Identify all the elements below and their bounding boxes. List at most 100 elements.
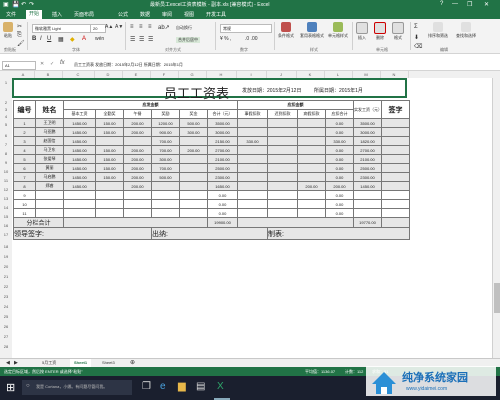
cell[interactable] (381, 127, 410, 137)
cell[interactable] (267, 163, 298, 173)
cell[interactable]: 200.00 (123, 154, 152, 164)
column-header[interactable]: I (236, 71, 267, 78)
cell[interactable] (297, 154, 326, 164)
cell[interactable]: 王卫明 (35, 118, 64, 128)
cell[interactable] (151, 190, 180, 200)
bold-icon[interactable]: B (32, 36, 36, 42)
store-icon[interactable]: ▤ (196, 381, 205, 392)
align-center-icon[interactable]: ☰ (139, 36, 144, 43)
subtotal-total[interactable]: 19900.00 (207, 217, 238, 228)
cell[interactable] (237, 154, 268, 164)
cell[interactable] (267, 208, 298, 218)
cell[interactable]: 0.00 (325, 163, 354, 173)
preparer-signature[interactable]: 制表: (267, 227, 410, 240)
row-header[interactable]: 10 (0, 169, 12, 174)
function-icon[interactable]: fx (60, 60, 65, 66)
cell[interactable]: 2 (13, 127, 36, 137)
cell[interactable]: 1450.00 (63, 145, 96, 155)
cell[interactable] (151, 199, 180, 209)
cell[interactable]: 2300.00 (353, 172, 382, 182)
cell[interactable] (237, 190, 268, 200)
header-lunch[interactable]: 午餐 (123, 109, 152, 119)
cell[interactable]: 2500.00 (207, 163, 238, 173)
name-box[interactable]: A1 (2, 61, 36, 70)
header-net[interactable]: 实发工资（元） (353, 100, 382, 119)
row-header[interactable]: 1 (0, 80, 12, 85)
row-header[interactable]: 6 (0, 133, 12, 138)
column-header[interactable]: K (296, 71, 325, 78)
cell[interactable] (63, 208, 96, 218)
grow-font-icon[interactable]: A▲ (105, 24, 113, 30)
header-payable[interactable]: 应发金额 (63, 100, 238, 110)
header-deductions[interactable]: 应扣金额 (237, 100, 354, 110)
font-size-select[interactable]: 20 (90, 24, 106, 33)
cell[interactable]: 0.00 (325, 199, 354, 209)
cell[interactable]: 200.00 (297, 181, 326, 191)
cell[interactable] (179, 208, 208, 218)
insert-button[interactable]: 插入 (356, 22, 368, 41)
cell[interactable]: 11 (13, 208, 36, 218)
row-header[interactable]: 28 (0, 344, 12, 349)
cell[interactable]: 黄丽 (35, 163, 64, 173)
cell[interactable] (95, 199, 124, 209)
cell[interactable] (123, 208, 152, 218)
cell[interactable] (353, 190, 382, 200)
column-header[interactable]: H (206, 71, 237, 78)
undo-icon[interactable]: ↶ (21, 1, 26, 8)
cell[interactable]: 200.00 (325, 181, 354, 191)
cell[interactable] (297, 190, 326, 200)
cell[interactable]: 马亚鹏 (35, 127, 64, 137)
paste-button[interactable]: 粘贴 (3, 22, 13, 39)
excel-taskbar-button[interactable]: X (214, 378, 230, 400)
cell[interactable] (123, 199, 152, 209)
fill-color-icon[interactable]: ◆ (70, 36, 75, 43)
row-header[interactable]: 21 (0, 274, 12, 279)
row-header[interactable]: 26 (0, 324, 12, 329)
table-format-button[interactable]: 套用表格格式 (300, 22, 324, 39)
enter-icon[interactable]: ✓ (50, 61, 54, 67)
cancel-icon[interactable]: ✕ (40, 61, 44, 67)
cell[interactable]: 4 (13, 145, 36, 155)
cell[interactable] (381, 154, 410, 164)
tab-file[interactable]: 文件 (6, 11, 16, 18)
cell[interactable]: 200.00 (123, 118, 152, 128)
subtotal-label[interactable]: 分栏合计 (13, 217, 64, 228)
merge-center-button[interactable]: 合并后居中 (176, 37, 200, 43)
cell[interactable] (297, 172, 326, 182)
row-header[interactable]: 23 (0, 294, 12, 299)
tab-formulas[interactable]: 公式 (118, 11, 128, 18)
cell[interactable] (297, 208, 326, 218)
cell[interactable] (297, 127, 326, 137)
tab-view[interactable]: 视图 (184, 11, 194, 18)
cell-style-button[interactable]: 单元格样式 (328, 22, 348, 39)
header-reward[interactable]: 奖金 (179, 109, 208, 119)
align-middle-icon[interactable]: ≡ (139, 24, 143, 30)
cell[interactable]: 200.00 (123, 181, 152, 191)
task-view-icon[interactable]: ❐ (142, 381, 151, 392)
cell[interactable] (95, 190, 124, 200)
cell[interactable]: 150.00 (95, 163, 124, 173)
cell[interactable] (381, 208, 410, 218)
clear-icon[interactable]: ⌫ (414, 43, 422, 50)
cell[interactable] (381, 190, 410, 200)
cell[interactable] (179, 181, 208, 191)
cell[interactable]: 2700.00 (207, 145, 238, 155)
fill-icon[interactable]: ⬇ (414, 34, 419, 41)
leader-signature[interactable]: 领导签字: (13, 227, 152, 240)
cell[interactable] (381, 163, 410, 173)
header-total[interactable]: 合计（元） (207, 109, 238, 119)
cell[interactable]: 150.00 (95, 154, 124, 164)
sheet-tab[interactable]: 5月工资 (38, 359, 60, 367)
cell[interactable]: 7 (13, 172, 36, 182)
help-button[interactable]: ? (440, 1, 443, 7)
cell[interactable] (267, 118, 298, 128)
cell[interactable]: 3500.00 (353, 118, 382, 128)
cell[interactable]: 张爱琴 (35, 154, 64, 164)
cell[interactable]: 0.00 (325, 190, 354, 200)
italic-icon[interactable]: I (40, 36, 42, 42)
align-top-icon[interactable]: ≡ (130, 24, 134, 30)
column-header[interactable]: G (178, 71, 207, 78)
selected-title-cell[interactable]: 员工工资表 发放日期：2015年2月12日 所属日期：2015年1月 (12, 78, 407, 102)
cell[interactable] (297, 163, 326, 173)
cell[interactable] (63, 217, 208, 228)
